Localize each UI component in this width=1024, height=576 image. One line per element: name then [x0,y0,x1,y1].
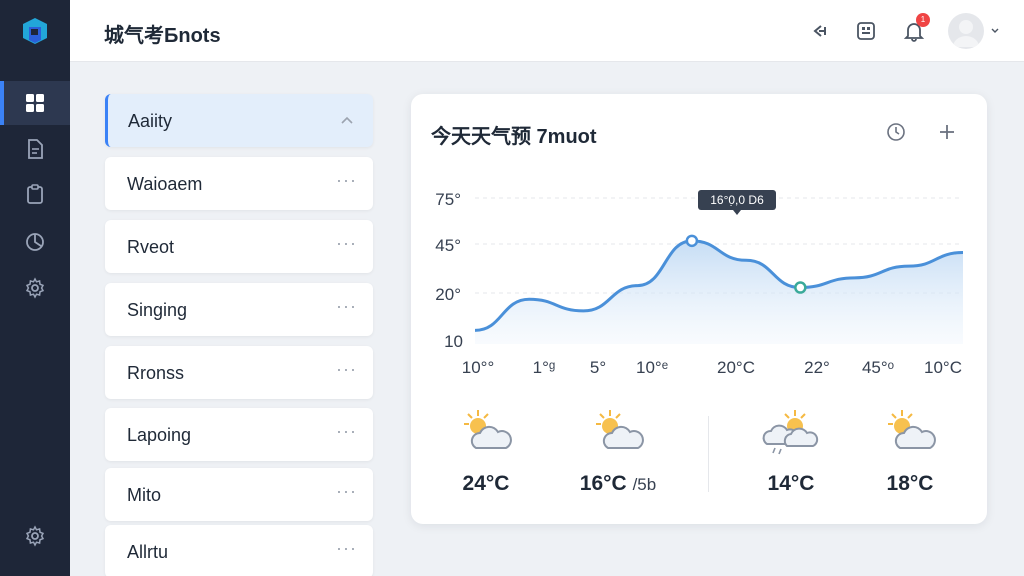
clipboard-icon [27,184,43,204]
grid-icon [857,22,875,40]
plus-icon [940,125,954,139]
more-icon[interactable]: ··· [336,359,357,380]
y-tick-label: 75° [435,190,461,209]
clock-icon [887,123,905,141]
x-tick-label: 10°ᵉ [635,358,669,377]
list-item[interactable]: Waioaem ··· [105,157,373,210]
list-item-label: Mito [127,485,162,505]
dashboard-icon [26,94,44,112]
list-item[interactable]: Rronss ··· [105,346,373,399]
weather-card: 今天天气预 7muot 75° 45° 20° 10 10°° 1°ᵍ 5° 1… [411,94,987,524]
series-area [475,240,963,344]
nav-reports[interactable] [0,219,70,263]
gear-icon [25,277,45,299]
list-item[interactable]: Mito ··· [105,468,373,521]
forecast-temp: 24°C [462,472,510,495]
list-item-label: Allrtu [127,542,169,562]
y-tick-label: 10 [444,332,463,351]
forecast-temp: 16°C /5b [579,472,657,495]
apps-button[interactable] [852,17,880,45]
partly-cloudy-icon [596,410,644,449]
list-item[interactable]: Lapoing ··· [105,408,373,461]
forecast-day[interactable]: 18°C [855,406,965,496]
forecast-temp: 18°C [886,472,934,495]
forecast-day[interactable]: 16°C /5b [563,406,673,496]
list-item-label: Singing [127,300,188,320]
avatar[interactable] [948,13,984,49]
list-item-label: Lapoing [127,425,192,445]
list-item-label: Waioaem [127,174,203,194]
back-button[interactable] [806,17,834,45]
list-item-label: Aaiity [128,111,173,131]
x-tick-label: 10°° [461,358,495,377]
nav-clipboard[interactable] [0,172,70,216]
rain-cloud-sun-icon [762,410,819,455]
document-icon [28,139,43,159]
y-tick-label: 45° [435,236,461,255]
more-icon[interactable]: ··· [336,296,357,317]
card-title: 今天天气预 7muot [431,126,597,148]
x-tick-label: 10°C [924,358,962,377]
notifications-button[interactable]: 1 [900,13,930,45]
partly-cloudy-icon [464,410,512,449]
sidebar-rail [0,0,70,576]
more-icon[interactable]: ··· [336,421,357,442]
nav-settings-bottom[interactable] [0,514,70,558]
chevron-up-icon[interactable] [337,110,357,130]
forecast-day[interactable]: 14°C [736,406,846,496]
nav-dashboard[interactable] [0,81,70,125]
data-point[interactable] [794,281,807,294]
history-button[interactable] [884,120,908,144]
chart-tooltip: 16°0̣,0 D6 [698,190,776,215]
back-icon [813,25,826,37]
app-logo[interactable] [19,16,51,48]
notification-badge: 1 [916,13,930,27]
more-icon[interactable]: ··· [336,233,357,254]
x-tick-label: 20°C [717,358,755,377]
data-point[interactable] [685,234,699,248]
gear-icon [25,525,45,547]
list-item-label: Rveot [127,237,175,257]
nav-settings[interactable] [0,266,70,310]
x-tick-label: 45°ᵒ [861,358,895,377]
forecast-day[interactable]: 24°C [431,406,541,496]
list-item[interactable]: Singing ··· [105,283,373,336]
chevron-down-icon[interactable] [990,24,1000,38]
more-icon[interactable]: ··· [336,170,357,191]
app-title: 城气考Бnots [104,25,221,47]
more-icon[interactable]: ··· [336,538,357,559]
x-tick-label: 22° [804,358,830,377]
forecast-temp: 14°C [767,472,815,495]
nav-documents[interactable] [0,127,70,171]
more-icon[interactable]: ··· [336,481,357,502]
list-item[interactable]: Rveot ··· [105,220,373,273]
add-button[interactable] [935,120,959,144]
partly-cloudy-icon [888,410,936,449]
chart-pie-icon [26,233,44,251]
y-tick-label: 20° [435,285,461,304]
list-item[interactable]: Allrtu ··· [105,525,373,576]
list-item-label: Rronss [127,363,185,383]
top-header: 城气考Бnots 1 [70,0,1024,62]
list-item[interactable]: Aaiity [105,94,373,147]
forecast-divider [708,416,709,492]
avatar-icon [953,20,979,47]
